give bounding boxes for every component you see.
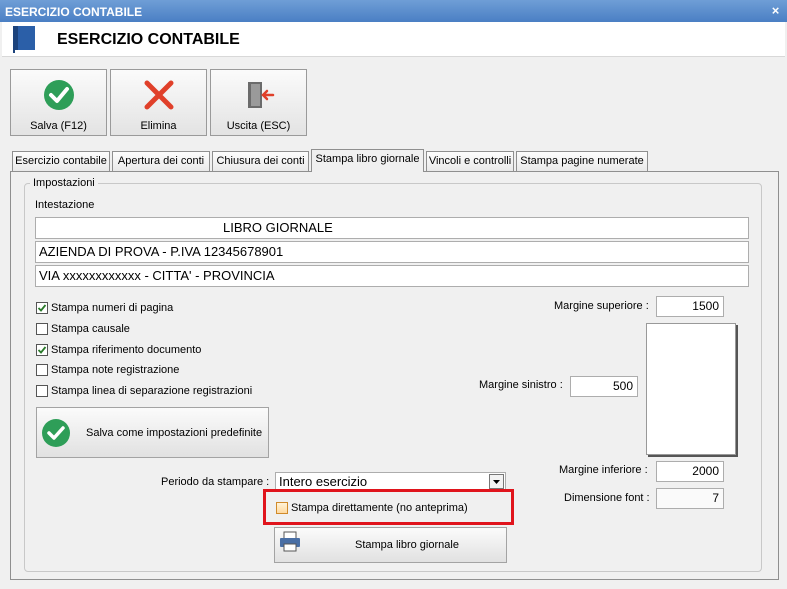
tab-stampa-pagine-numerate[interactable]: Stampa pagine numerate — [516, 151, 648, 171]
page-title: ESERCIZIO CONTABILE — [57, 31, 240, 48]
book-icon — [10, 25, 38, 58]
checkbox-label: Stampa direttamente (no anteprima) — [291, 502, 468, 514]
save-button[interactable]: Salva (F12) — [10, 69, 107, 136]
checkbox-stampa-causale[interactable]: Stampa causale — [36, 322, 276, 338]
checkbox-label: Stampa numeri di pagina — [51, 302, 174, 314]
margin-bottom-label: Margine inferiore : — [559, 464, 648, 476]
delete-button-label: Elimina — [140, 120, 177, 132]
checkbox-label: Stampa riferimento documento — [51, 344, 202, 356]
close-window-button[interactable]: × — [768, 4, 783, 18]
settings-group-label: Impostazioni — [30, 177, 98, 189]
checkbox-stampa-direttamente[interactable]: Stampa direttamente (no anteprima) — [276, 501, 501, 517]
form-header: ESERCIZIO CONTABILE — [2, 22, 785, 57]
check-circle-icon — [41, 418, 71, 451]
checkbox-stampa-linea-separazione[interactable]: Stampa linea di separazione registrazion… — [36, 384, 276, 400]
intestazione-line-1-field[interactable]: LIBRO GIORNALE — [35, 217, 749, 239]
close-icon — [111, 78, 206, 112]
checkbox-box — [36, 385, 48, 397]
check-circle-icon — [11, 78, 106, 112]
delete-button[interactable]: Elimina — [110, 69, 207, 136]
checkbox-box — [36, 302, 48, 314]
exit-button-label: Uscita (ESC) — [226, 120, 291, 132]
checkbox-stampa-riferimento-documento[interactable]: Stampa riferimento documento — [36, 343, 276, 359]
exit-button[interactable]: Uscita (ESC) — [210, 69, 307, 136]
intestazione-line-3-field[interactable]: VIA xxxxxxxxxxxx - CITTA' - PROVINCIA — [35, 265, 749, 287]
margin-bottom-field[interactable]: 2000 — [656, 461, 724, 482]
intestazione-line-2-field[interactable]: AZIENDA DI PROVA - P.IVA 12345678901 — [35, 241, 749, 263]
window-title-bar: ESERCIZIO CONTABILE — [0, 0, 787, 22]
window-title: ESERCIZIO CONTABILE — [5, 5, 143, 19]
save-button-label: Salva (F12) — [30, 120, 87, 132]
tab-vincoli-e-controlli[interactable]: Vincoli e controlli — [426, 151, 514, 171]
checkbox-label: Stampa causale — [51, 323, 130, 335]
checkmark-icon — [37, 346, 47, 354]
tab-chiusura-dei-conti[interactable]: Chiusura dei conti — [212, 151, 309, 171]
intestazione-label: Intestazione — [35, 199, 95, 211]
margin-top-label: Margine superiore : — [554, 300, 649, 312]
save-default-settings-button[interactable]: Salva come impostazioni predefinite — [36, 407, 269, 458]
margin-top-field[interactable]: 1500 — [656, 296, 724, 317]
font-size-label: Dimensione font : — [564, 492, 650, 504]
tab-apertura-dei-conti[interactable]: Apertura dei conti — [112, 151, 210, 171]
checkbox-box — [36, 344, 48, 356]
checkbox-box — [36, 323, 48, 335]
margin-left-field[interactable]: 500 — [570, 376, 638, 397]
checkmark-icon — [37, 304, 47, 312]
checkbox-stampa-numeri-pagina[interactable]: Stampa numeri di pagina — [36, 301, 276, 317]
checkbox-stampa-note-registrazione[interactable]: Stampa note registrazione — [36, 363, 276, 379]
page-preview — [646, 323, 736, 455]
exit-door-icon — [211, 78, 306, 112]
checkbox-box — [36, 364, 48, 376]
printer-icon — [279, 531, 301, 556]
period-select-value: Intero esercizio — [279, 474, 368, 489]
margin-left-label: Margine sinistro : — [479, 379, 563, 391]
tab-stampa-libro-giornale[interactable]: Stampa libro giornale — [311, 149, 424, 172]
print-libro-giornale-button[interactable]: Stampa libro giornale — [274, 527, 507, 563]
print-button-label: Stampa libro giornale — [355, 539, 459, 551]
period-label: Periodo da stampare : — [161, 476, 270, 488]
checkbox-label: Stampa note registrazione — [51, 364, 180, 376]
checkbox-box — [276, 502, 288, 514]
chevron-down-icon[interactable] — [489, 474, 504, 489]
checkbox-label: Stampa linea di separazione registrazion… — [51, 385, 253, 397]
save-default-label: Salva come impostazioni predefinite — [86, 427, 263, 439]
font-size-field[interactable]: 7 — [656, 488, 724, 509]
tab-esercizio-contabile[interactable]: Esercizio contabile — [12, 151, 110, 171]
